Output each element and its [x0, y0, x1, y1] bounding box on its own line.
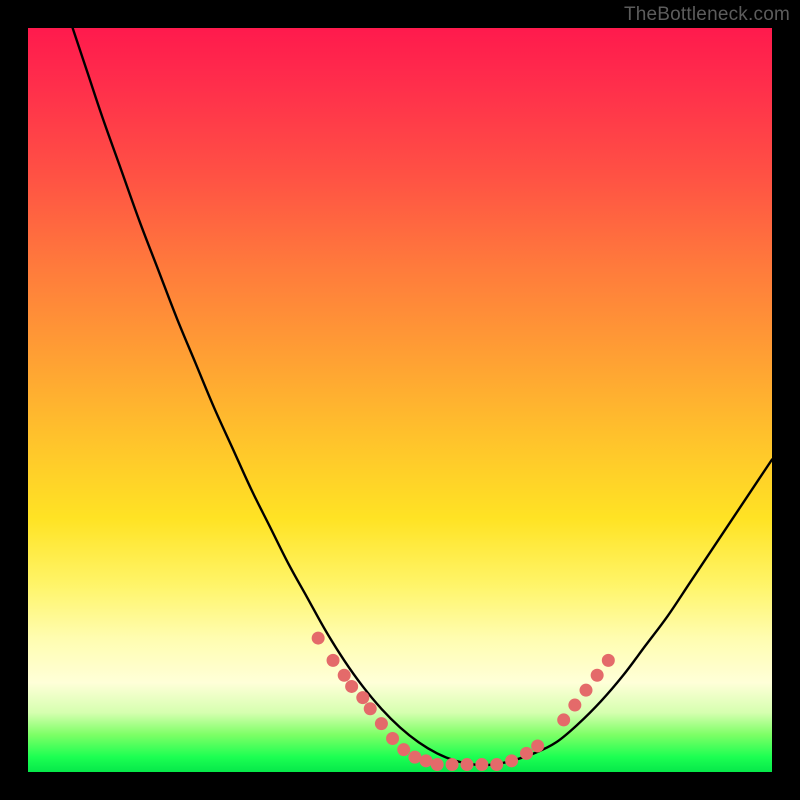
curve-marker: [338, 669, 351, 682]
watermark-text: TheBottleneck.com: [624, 4, 790, 26]
curve-marker: [531, 739, 544, 752]
curve-marker: [375, 717, 388, 730]
chart-plot-area: [28, 28, 772, 772]
curve-marker: [490, 758, 503, 771]
curve-marker: [520, 747, 533, 760]
curve-markers: [312, 632, 615, 771]
curve-marker: [420, 754, 433, 767]
bottleneck-curve: [73, 28, 772, 765]
curve-marker: [580, 684, 593, 697]
curve-marker: [557, 713, 570, 726]
curve-marker: [446, 758, 459, 771]
curve-marker: [460, 758, 473, 771]
curve-marker: [591, 669, 604, 682]
curve-marker: [475, 758, 488, 771]
chart-svg: [28, 28, 772, 772]
curve-marker: [505, 754, 518, 767]
curve-marker: [386, 732, 399, 745]
curve-marker: [364, 702, 377, 715]
curve-marker: [431, 758, 444, 771]
curve-marker: [568, 699, 581, 712]
curve-marker: [602, 654, 615, 667]
curve-marker: [312, 632, 325, 645]
curve-marker: [408, 751, 421, 764]
chart-frame: TheBottleneck.com: [0, 0, 800, 800]
curve-marker: [397, 743, 410, 756]
curve-marker: [327, 654, 340, 667]
curve-marker: [356, 691, 369, 704]
curve-marker: [345, 680, 358, 693]
